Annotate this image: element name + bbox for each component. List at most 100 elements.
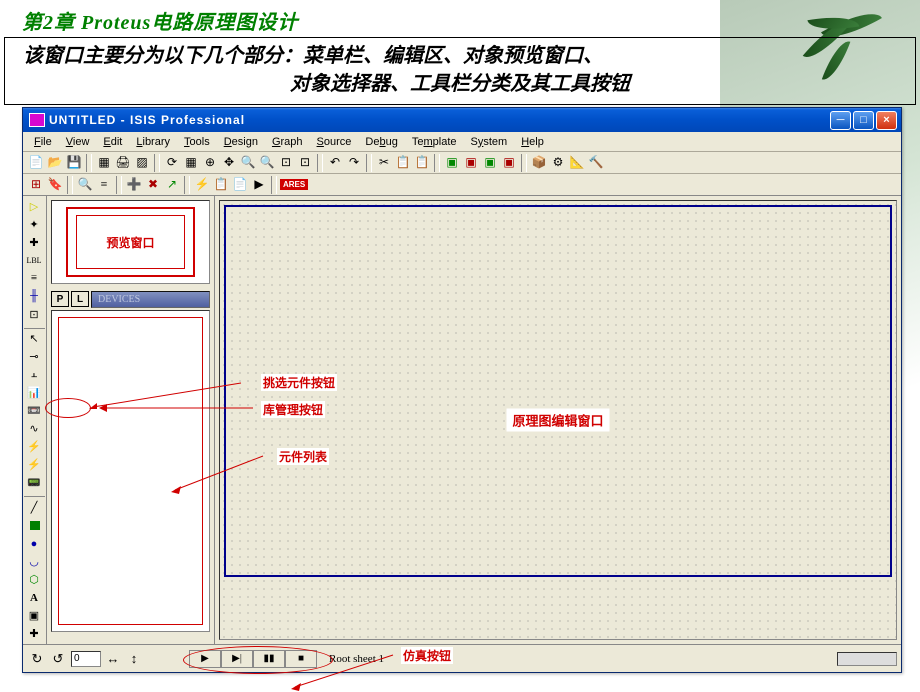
bom-icon[interactable]: ⚡ bbox=[193, 176, 211, 194]
menu-template[interactable]: Template bbox=[405, 134, 464, 150]
find-icon[interactable]: 🔍 bbox=[76, 176, 94, 194]
selection-mode-icon[interactable]: ▷ bbox=[24, 198, 44, 215]
text-script-icon[interactable]: ≡ bbox=[24, 270, 44, 287]
new-sheet-icon[interactable]: ➕ bbox=[125, 176, 143, 194]
zoom-all-icon[interactable]: ⊡ bbox=[277, 154, 295, 172]
zoom-area-icon[interactable]: ⊡ bbox=[296, 154, 314, 172]
component-mode-icon[interactable]: ✦ bbox=[24, 216, 44, 233]
open-file-icon[interactable]: 📂 bbox=[46, 154, 64, 172]
left-panel: 预览窗口 P L DEVICES bbox=[47, 196, 215, 644]
menu-tools[interactable]: Tools bbox=[177, 134, 217, 150]
menu-system[interactable]: System bbox=[464, 134, 515, 150]
menu-source[interactable]: Source bbox=[310, 134, 359, 150]
mode-toolbar: ▷ ✦ ✚ LBL ≡ ╫ ⊡ ↖ ⊸ ⫠ 📊 📼 ∿ ⚡ ⚡ 📟 ╱ ● ◡ … bbox=[23, 196, 47, 644]
pause-button[interactable]: ▮▮ bbox=[253, 650, 285, 668]
menu-help[interactable]: Help bbox=[514, 134, 551, 150]
rotate-cw-icon[interactable]: ↺ bbox=[48, 650, 68, 668]
packaging-icon[interactable]: 📐 bbox=[568, 154, 586, 172]
print-area-icon[interactable]: ▦ bbox=[95, 154, 113, 172]
stop-button[interactable]: ■ bbox=[285, 650, 317, 668]
menu-view[interactable]: View bbox=[59, 134, 97, 150]
titlebar[interactable]: UNTITLED - ISIS Professional ─ □ × bbox=[23, 108, 901, 132]
circle-2d-icon[interactable]: ● bbox=[24, 535, 44, 552]
close-button[interactable]: × bbox=[876, 111, 897, 130]
mirror-v-icon[interactable]: ↕ bbox=[124, 650, 144, 668]
origin-icon[interactable]: ⊕ bbox=[201, 154, 219, 172]
path-2d-icon[interactable]: ⬡ bbox=[24, 571, 44, 588]
block-copy-icon[interactable]: ▣ bbox=[443, 154, 461, 172]
arc-2d-icon[interactable]: ◡ bbox=[24, 553, 44, 570]
mirror-h-icon[interactable]: ↔ bbox=[103, 650, 123, 668]
preview-window[interactable]: 预览窗口 bbox=[51, 200, 210, 284]
zoom-out-icon[interactable]: 🔍 bbox=[258, 154, 276, 172]
pick-components-button[interactable]: P bbox=[51, 291, 69, 307]
parts-list[interactable] bbox=[51, 310, 210, 632]
wire-auto-icon[interactable]: ⊞ bbox=[27, 176, 45, 194]
tape-recorder-icon[interactable]: 📼 bbox=[24, 402, 44, 419]
menu-graph[interactable]: Graph bbox=[265, 134, 310, 150]
rotate-ccw-icon[interactable]: ↻ bbox=[27, 650, 47, 668]
menu-design[interactable]: Design bbox=[217, 134, 265, 150]
new-file-icon[interactable]: 📄 bbox=[27, 154, 45, 172]
make-device-icon[interactable]: ⚙ bbox=[549, 154, 567, 172]
erc-icon[interactable]: 📋 bbox=[212, 176, 230, 194]
label-mode-icon[interactable]: LBL bbox=[24, 252, 44, 269]
minimize-button[interactable]: ─ bbox=[830, 111, 851, 130]
line-2d-icon[interactable]: ╱ bbox=[24, 499, 44, 516]
pick-icon[interactable]: 📦 bbox=[530, 154, 548, 172]
anno-parts-list: 元件列表 bbox=[277, 448, 329, 465]
cut-icon[interactable]: ✂ bbox=[375, 154, 393, 172]
device-pin-icon[interactable]: ⫠ bbox=[24, 366, 44, 383]
decompose-icon[interactable]: 🔨 bbox=[587, 154, 605, 172]
redraw-icon[interactable]: ⟳ bbox=[163, 154, 181, 172]
schematic-canvas[interactable]: 原理图编辑窗口 bbox=[219, 200, 897, 640]
print-icon[interactable]: 🖨 bbox=[114, 154, 132, 172]
compile-icon[interactable]: ▶ bbox=[250, 176, 268, 194]
bus-mode-icon[interactable]: ╫ bbox=[24, 288, 44, 305]
menu-debug[interactable]: Debug bbox=[358, 134, 404, 150]
virtual-instr-icon[interactable]: 📟 bbox=[24, 474, 44, 491]
current-probe-icon[interactable]: ⚡ bbox=[24, 456, 44, 473]
block-rotate-icon[interactable]: ▣ bbox=[481, 154, 499, 172]
save-icon[interactable]: 💾 bbox=[65, 154, 83, 172]
play-button[interactable]: ▶ bbox=[189, 650, 221, 668]
pan-icon[interactable]: ✥ bbox=[220, 154, 238, 172]
box-2d-icon[interactable] bbox=[30, 521, 40, 530]
voltage-probe-icon[interactable]: ⚡ bbox=[24, 438, 44, 455]
block-delete-icon[interactable]: ▣ bbox=[500, 154, 518, 172]
marker-mode-icon[interactable]: ✚ bbox=[24, 625, 44, 642]
exit-parent-icon[interactable]: ↗ bbox=[163, 176, 181, 194]
generator-icon[interactable]: ∿ bbox=[24, 420, 44, 437]
zoom-in-icon[interactable]: 🔍 bbox=[239, 154, 257, 172]
property-icon[interactable]: ≡ bbox=[95, 176, 113, 194]
terminal-mode-icon[interactable]: ⊸ bbox=[24, 348, 44, 365]
menu-library[interactable]: Library bbox=[129, 134, 177, 150]
maximize-button[interactable]: □ bbox=[853, 111, 874, 130]
symbol-mode-icon[interactable]: ▣ bbox=[24, 607, 44, 624]
instant-edit-icon[interactable]: ↖ bbox=[24, 331, 44, 348]
ares-button[interactable]: ARES bbox=[280, 179, 308, 190]
search-tag-icon[interactable]: 🔖 bbox=[46, 176, 64, 194]
step-button[interactable]: ▶| bbox=[221, 650, 253, 668]
menu-file[interactable]: File bbox=[27, 134, 59, 150]
toolbar-secondary: ⊞ 🔖 🔍 ≡ ➕ ✖ ↗ ⚡ 📋 📄 ▶ ARES bbox=[23, 174, 901, 196]
remove-sheet-icon[interactable]: ✖ bbox=[144, 176, 162, 194]
window-description: 该窗口主要分为以下几个部分：菜单栏、编辑区、对象预览窗口、 对象选择器、工具栏分… bbox=[4, 37, 916, 105]
menu-edit[interactable]: Edit bbox=[96, 134, 129, 150]
text-2d-icon[interactable]: A bbox=[24, 589, 44, 606]
junction-mode-icon[interactable]: ✚ bbox=[24, 234, 44, 251]
anno-lib-manage: 库管理按钮 bbox=[261, 401, 325, 418]
mark-output-icon[interactable]: ▨ bbox=[133, 154, 151, 172]
copy-icon[interactable]: 📋 bbox=[394, 154, 412, 172]
redo-icon[interactable]: ↷ bbox=[345, 154, 363, 172]
netlist-icon[interactable]: 📄 bbox=[231, 176, 249, 194]
grid-icon[interactable]: ▦ bbox=[182, 154, 200, 172]
horizontal-scrollbar[interactable] bbox=[837, 652, 897, 666]
graph-mode-icon[interactable]: 📊 bbox=[24, 384, 44, 401]
library-manage-button[interactable]: L bbox=[71, 291, 89, 307]
rotation-input[interactable] bbox=[71, 651, 101, 667]
undo-icon[interactable]: ↶ bbox=[326, 154, 344, 172]
paste-icon[interactable]: 📋 bbox=[413, 154, 431, 172]
block-move-icon[interactable]: ▣ bbox=[462, 154, 480, 172]
subcircuit-icon[interactable]: ⊡ bbox=[24, 306, 44, 323]
